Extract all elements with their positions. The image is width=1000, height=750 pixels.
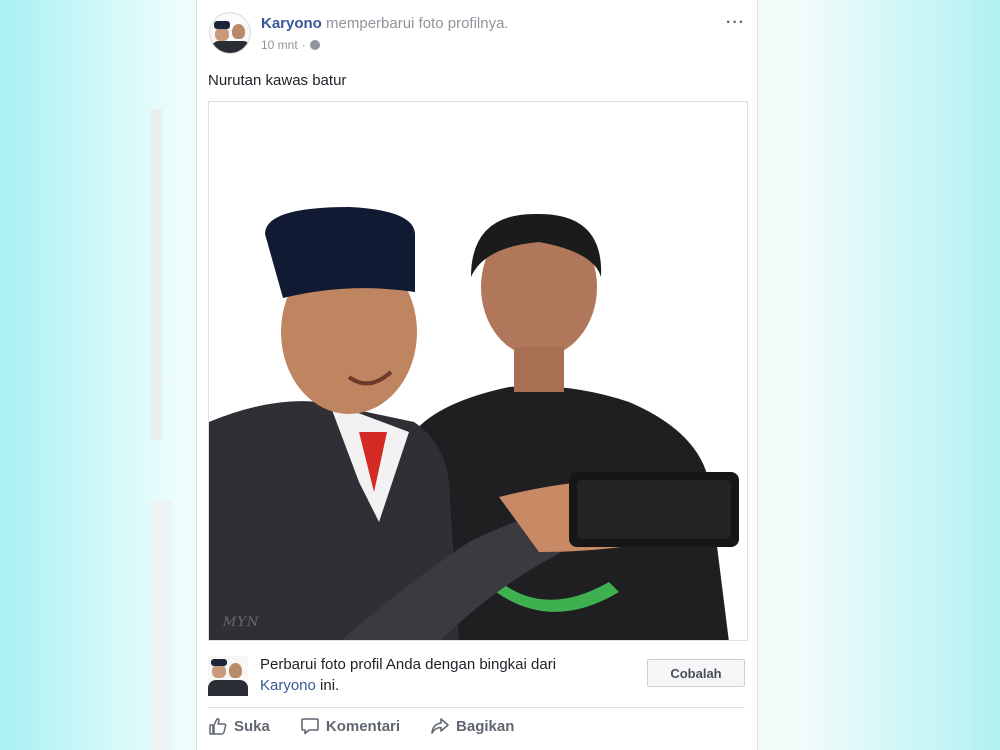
actions-divider [208, 707, 745, 708]
comment-button[interactable]: Komentari [300, 716, 400, 736]
post-timestamp[interactable]: 10 mnt [261, 38, 298, 52]
author-avatar[interactable] [209, 12, 251, 54]
post-actions-bar: Suka Komentari Bagikan [208, 716, 514, 736]
like-label: Suka [234, 717, 270, 735]
post-meta: 10 mnt · [261, 38, 320, 52]
author-name-link[interactable]: Karyono [261, 15, 322, 32]
selfie-photo-illustration [209, 207, 739, 640]
frame-promo-text-after: ini. [320, 677, 340, 694]
background-strip [150, 500, 172, 750]
like-button[interactable]: Suka [208, 716, 270, 736]
like-icon [209, 718, 227, 735]
comment-icon [301, 718, 319, 735]
post-title-line: Karyono memperbarui foto profilnya. [261, 15, 509, 32]
post-caption: Nurutan kawas batur [208, 72, 347, 89]
globe-icon[interactable] [309, 40, 320, 50]
frame-promo-text: Perbarui foto profil Anda dengan bingkai… [260, 654, 620, 696]
share-button[interactable]: Bagikan [430, 716, 514, 736]
photo-watermark: MYN [223, 615, 260, 630]
share-label: Bagikan [456, 717, 515, 735]
meta-separator: · [301, 38, 306, 52]
frame-thumbnail[interactable] [208, 656, 248, 696]
more-options-icon[interactable]: ··· [726, 14, 745, 32]
comment-label: Komentari [325, 717, 401, 735]
post-action-text: memperbarui foto profilnya. [326, 15, 509, 32]
frame-promo-text-before: Perbarui foto profil Anda dengan bingkai… [260, 656, 557, 673]
background-strip [150, 110, 162, 440]
feed-post: Karyono memperbarui foto profilnya. 10 m… [196, 0, 758, 750]
try-frame-button[interactable]: Cobalah [647, 659, 745, 687]
share-icon [431, 718, 449, 734]
frame-promo: Perbarui foto profil Anda dengan bingkai… [208, 654, 745, 702]
frame-author-link[interactable]: Karyono [260, 677, 316, 694]
post-photo[interactable]: MYN [208, 101, 748, 641]
post-header: Karyono memperbarui foto profilnya. 10 m… [209, 12, 745, 58]
